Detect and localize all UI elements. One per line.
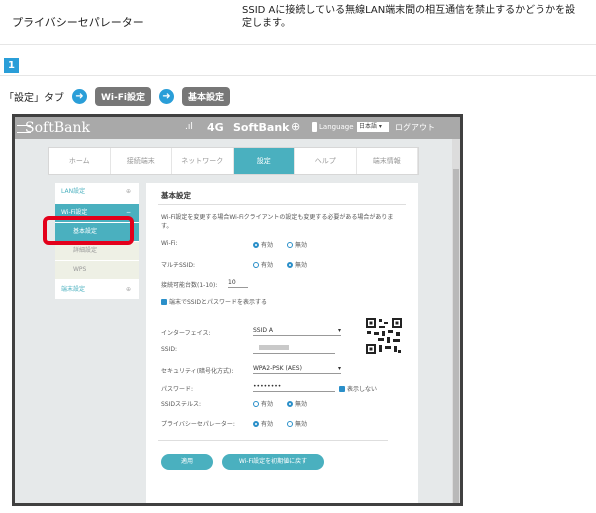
divider (158, 204, 406, 205)
radio-icon (253, 400, 259, 407)
language-select[interactable]: 日本語 ▾ (357, 122, 389, 132)
logo: SoftBank (25, 120, 90, 136)
sidebar-item-wps[interactable]: WPS (55, 261, 139, 279)
panel-description: Wi-Fi設定を変更する場合Wi-Fiクライアントの設定も変更する必要がある場合… (161, 214, 394, 230)
step-badge: 1 (4, 58, 19, 73)
path-chip-wifi: Wi-Fi設定 (95, 86, 151, 106)
radio-icon (287, 420, 293, 427)
tab-connected-devices[interactable]: 接続端末 (111, 148, 172, 174)
privacy-on-radio[interactable]: 有効 (253, 419, 273, 428)
divider (0, 44, 596, 45)
battery-icon (312, 122, 317, 132)
checkbox-checked-icon (161, 298, 167, 305)
ssid-stealth-label: SSIDステルス: (161, 401, 202, 408)
plus-icon: ⊕ (125, 188, 131, 195)
sidebar-item-lan[interactable]: LAN設定 ⊕ (55, 183, 139, 201)
password-label: パスワード: (161, 386, 194, 393)
interface-select[interactable]: SSID A ▾ (253, 326, 341, 336)
sidebar-item-device[interactable]: 端末設定 ⊕ (55, 281, 139, 299)
radio-icon (287, 241, 293, 248)
main-tabs: ホーム 接続端末 ネットワーク 設定 ヘルプ 端末情報 (48, 147, 419, 175)
setting-description: SSID Aに接続している無線LAN端末間の相互通信を禁止するかどうかを設定しま… (242, 5, 576, 29)
setting-name: プライバシーセパレーター (12, 16, 144, 29)
tab-help[interactable]: ヘルプ (295, 148, 357, 174)
navigation-path: 「設定」タブ ➜ Wi-Fi設定 ➜ 基本設定 (4, 86, 230, 106)
wifi-off-radio[interactable]: 無効 (287, 240, 307, 249)
apply-button[interactable]: 適用 (161, 454, 213, 470)
privacy-off-radio[interactable]: 無効 (287, 419, 307, 428)
multi-ssid-off-radio[interactable]: 無効 (287, 260, 307, 269)
logout-link[interactable]: ログアウト (395, 122, 435, 133)
stealth-off-radio[interactable]: 無効 (287, 399, 307, 408)
tab-network[interactable]: ネットワーク (172, 148, 234, 174)
arrow-right-icon: ➜ (72, 88, 87, 104)
top-bar: SoftBank .ıl 4G SoftBank ⊕ Language 日本語 … (15, 117, 460, 139)
signal-icon: .ıl (185, 122, 193, 132)
stealth-on-radio[interactable]: 有効 (253, 399, 273, 408)
ssid-label: SSID: (161, 346, 178, 353)
password-input[interactable]: •••••••• (253, 382, 335, 392)
security-label: セキュリティ(暗号化方式): (161, 368, 234, 375)
interface-label: インターフェイス: (161, 330, 211, 337)
ssid-input[interactable] (253, 344, 335, 354)
show-ssid-password-checkbox[interactable]: 端末でSSIDとパスワードを表示する (161, 297, 267, 306)
privacy-separator-label: プライバシーセパレーター: (161, 421, 235, 428)
wifi-label: Wi-Fi: (161, 240, 178, 247)
divider (0, 75, 596, 76)
qr-code-icon (365, 317, 403, 355)
hide-password-checkbox[interactable]: 表示しない (339, 384, 377, 393)
ssid-blurred (259, 345, 289, 350)
radio-checked-icon (287, 261, 293, 268)
multi-ssid-on-radio[interactable]: 有効 (253, 260, 273, 269)
reset-wifi-button[interactable]: Wi-Fi設定を初期値に戻す (222, 454, 324, 470)
radio-icon (253, 261, 259, 268)
network-type: 4G (207, 121, 224, 134)
tab-settings[interactable]: 設定 (233, 148, 295, 174)
multi-ssid-label: マルチSSID: (161, 262, 196, 269)
arrow-right-icon: ➜ (158, 88, 174, 104)
highlight-box (43, 216, 134, 245)
settings-panel: 基本設定 Wi-Fi設定を変更する場合Wi-Fiクライアントの設定も変更する必要… (146, 183, 418, 503)
scrollbar[interactable] (452, 139, 460, 503)
tab-home[interactable]: ホーム (49, 148, 111, 174)
plus-icon: ⊕ (125, 286, 131, 293)
globe-icon: ⊕ (291, 120, 301, 133)
max-connections-label: 接続可能台数(1-10): (161, 282, 218, 289)
device-screenshot: SoftBank .ıl 4G SoftBank ⊕ Language 日本語 … (12, 114, 463, 506)
path-prefix: 「設定」タブ (4, 92, 64, 104)
scrollbar-thumb[interactable] (453, 169, 459, 503)
radio-checked-icon (253, 241, 259, 248)
divider (158, 440, 388, 441)
carrier-name: SoftBank (233, 121, 290, 134)
max-connections-input[interactable]: 10 (228, 278, 248, 288)
wifi-on-radio[interactable]: 有効 (253, 240, 273, 249)
radio-checked-icon (253, 420, 259, 427)
language-label: Language (319, 123, 354, 131)
radio-checked-icon (287, 400, 293, 407)
tab-device-info[interactable]: 端末情報 (357, 148, 418, 174)
path-chip-basic: 基本設定 (181, 86, 230, 106)
panel-title: 基本設定 (161, 191, 191, 200)
security-select[interactable]: WPA2-PSK (AES) ▾ (253, 364, 341, 374)
checkbox-checked-icon (339, 385, 345, 392)
